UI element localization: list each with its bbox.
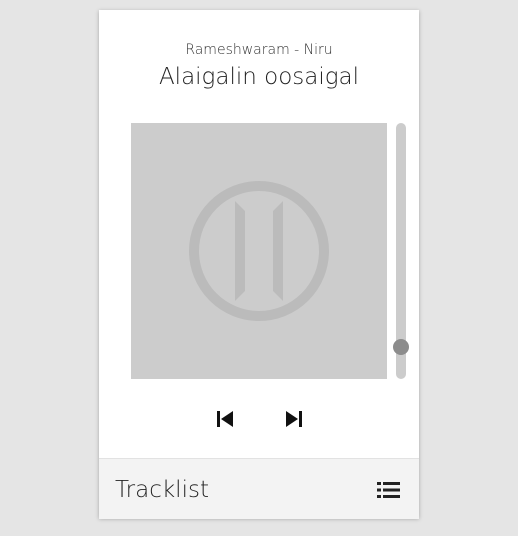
tracklist-button[interactable] <box>377 480 401 500</box>
album-artwork[interactable] <box>131 123 387 379</box>
skip-previous-icon <box>217 411 233 427</box>
track-artist-album: Rameshwaram - Niru <box>185 42 333 58</box>
previous-track-button[interactable] <box>214 409 236 429</box>
track-title: Alaigalin oosaigal <box>158 64 360 90</box>
tracklist-bar[interactable]: Tracklist <box>99 458 419 519</box>
list-icon <box>377 482 400 498</box>
pause-icon[interactable] <box>131 123 387 379</box>
tracklist-label[interactable]: Tracklist <box>115 476 209 504</box>
next-track-button[interactable] <box>283 409 305 429</box>
volume-slider-handle[interactable] <box>393 339 409 355</box>
music-player-card: Rameshwaram - Niru Alaigalin oosaigal Tr… <box>99 10 419 519</box>
skip-next-icon <box>286 411 302 427</box>
